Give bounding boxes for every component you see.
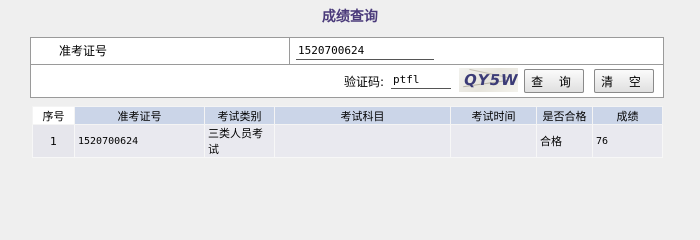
cell-index: 1 [32, 124, 75, 158]
cell-passed: 合格 [536, 124, 593, 158]
cell-time [450, 124, 537, 158]
query-button[interactable]: 查 询 [524, 69, 584, 93]
exam-id-row: 准考证号 [31, 38, 663, 65]
column-header-score: 成绩 [592, 106, 663, 125]
page-title: 成绩查询 [322, 9, 378, 25]
results-header-row: 序号 准考证号 考试类别 考试科目 考试时间 是否合格 成绩 [32, 106, 663, 125]
captcha-image-text: QY5W [462, 71, 518, 89]
column-header-time: 考试时间 [450, 106, 537, 125]
column-header-index: 序号 [32, 106, 75, 125]
cell-subject [274, 124, 451, 158]
cell-exam-id: 1520700624 [74, 124, 205, 158]
exam-id-label: 准考证号 [31, 38, 290, 64]
results-table: 序号 准考证号 考试类别 考试科目 考试时间 是否合格 成绩 1 1520700… [32, 106, 663, 158]
clear-button[interactable]: 清 空 [594, 69, 654, 93]
captcha-image[interactable]: QY5W [459, 68, 518, 92]
cell-score: 76 [592, 124, 663, 158]
column-header-passed: 是否合格 [536, 106, 593, 125]
column-header-exam-id: 准考证号 [74, 106, 205, 125]
cell-category: 三类人员考试 [204, 124, 275, 158]
exam-id-input[interactable] [296, 42, 434, 60]
table-row: 1 1520700624 三类人员考试 合格 76 [32, 124, 663, 158]
captcha-input[interactable] [391, 71, 451, 89]
captcha-label: 验证码: [344, 75, 385, 89]
search-form: 准考证号 验证码: QY5W 查 询 清 空 [30, 37, 664, 98]
column-header-category: 考试类别 [204, 106, 275, 125]
column-header-subject: 考试科目 [274, 106, 451, 125]
